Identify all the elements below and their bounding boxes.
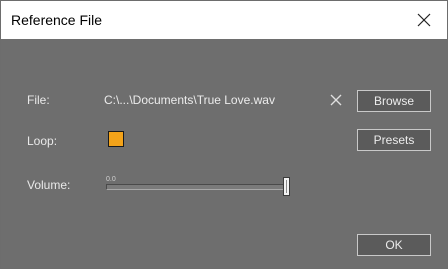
file-label: File:: [27, 93, 50, 107]
reference-file-dialog: Reference File File: C:\...\Documents\Tr…: [0, 0, 448, 269]
volume-value: 0.0: [106, 176, 116, 183]
clear-file-icon[interactable]: [329, 93, 343, 107]
file-path: C:\...\Documents\True Love.wav: [104, 93, 275, 107]
presets-button[interactable]: Presets: [357, 129, 431, 151]
loop-label: Loop:: [27, 134, 58, 148]
volume-slider-track[interactable]: [106, 184, 288, 190]
close-button[interactable]: [401, 1, 447, 39]
loop-checkbox[interactable]: [108, 131, 124, 147]
close-icon: [417, 13, 431, 27]
volume-label: Volume:: [27, 178, 71, 192]
browse-button[interactable]: Browse: [357, 90, 431, 112]
dialog-content: File: C:\...\Documents\True Love.wav Bro…: [1, 39, 447, 268]
title-bar: Reference File: [1, 1, 447, 39]
ok-button[interactable]: OK: [357, 234, 431, 256]
volume-slider-thumb[interactable]: [283, 177, 290, 196]
dialog-title: Reference File: [11, 12, 103, 28]
